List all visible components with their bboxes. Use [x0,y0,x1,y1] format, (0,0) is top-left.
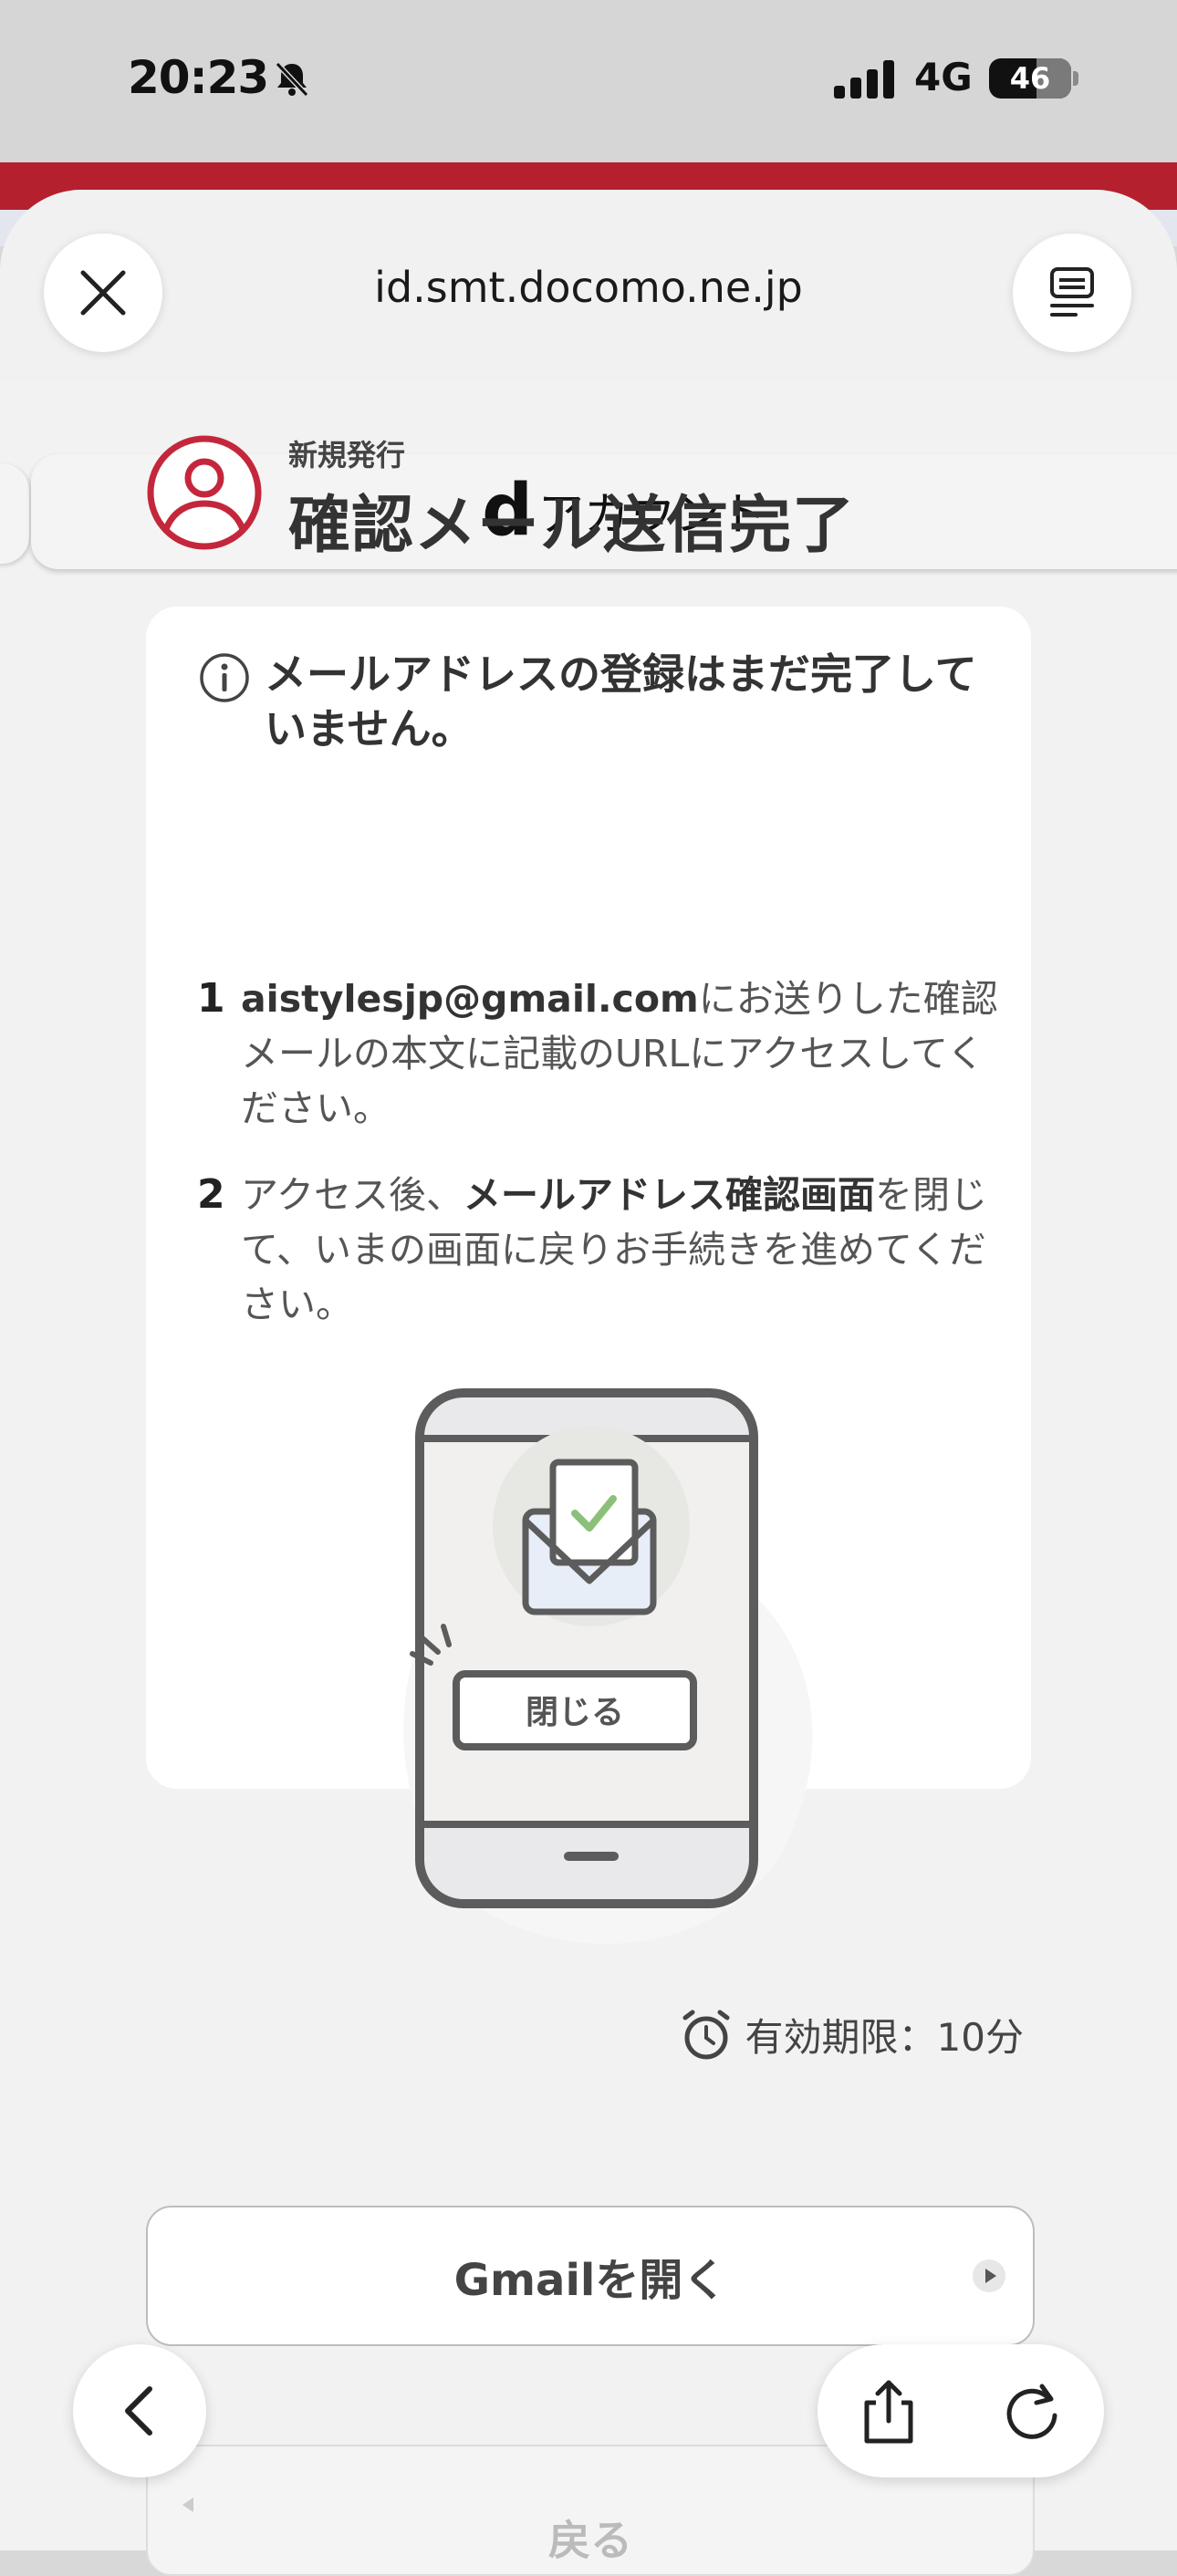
open-gmail-button[interactable]: Gmailを開く [146,2206,1035,2346]
info-icon [200,653,249,702]
network-type: 4G [914,55,973,99]
notice-text: メールアドレスの登録はまだ完了していません。 [265,649,977,753]
battery-level: 46 [1009,61,1051,96]
signal-icon [834,60,894,99]
browser-actions [818,2344,1104,2477]
background-card-edge [0,463,29,564]
open-gmail-label: Gmailを開く [453,2255,727,2306]
expiry: 有効期限：10分 [680,2007,1024,2062]
back-icon [125,2386,152,2436]
step-emphasis: メールアドレス確認画面 [463,1173,875,1217]
step-number: 1 [197,975,225,1022]
reader-icon [1050,267,1094,317]
step-text-pre: アクセス後、 [241,1173,464,1217]
reader-button[interactable] [1013,234,1131,352]
reload-icon[interactable] [998,2377,1068,2446]
page-subtitle: 新規発行 [288,438,406,473]
play-arrow-icon [973,2259,1005,2292]
email-address: aistylesjp@gmail.com [241,977,699,1021]
status-time: 20:23 [128,51,269,104]
phone-illustration: 閉じる [403,1388,813,1944]
illustration-close-label: 閉じる [526,1694,624,1731]
browser-back-button[interactable] [73,2344,206,2477]
status-bar: 20:23 4G 46 [0,0,1177,162]
step-1: 1 aistylesjp@gmail.comにお送りした確認メールの本文に記載の… [197,971,1000,1136]
page-title: 確認メール送信完了 [288,490,856,562]
bell-muted-icon [275,61,309,98]
browser-header: id.smt.docomo.ne.jp [0,190,1177,381]
url-text[interactable]: id.smt.docomo.ne.jp [0,263,1177,312]
timer-icon [682,2010,730,2059]
left-arrow-icon [182,2498,193,2512]
user-icon [147,435,262,550]
share-icon[interactable] [854,2377,923,2446]
step-2: 2 アクセス後、メールアドレス確認画面を閉じて、いまの画面に戻りお手続きを進めて… [197,1168,1000,1332]
expiry-text: 有効期限：10分 [745,2015,1024,2060]
back-page-label: 戻る [548,2516,632,2565]
battery-tip [1073,71,1078,86]
battery-icon: 46 [989,58,1071,99]
instruction-card: メールアドレスの登録はまだ完了していません。 1 aistylesjp@gmai… [146,607,1031,1944]
step-number: 2 [197,1171,225,1218]
